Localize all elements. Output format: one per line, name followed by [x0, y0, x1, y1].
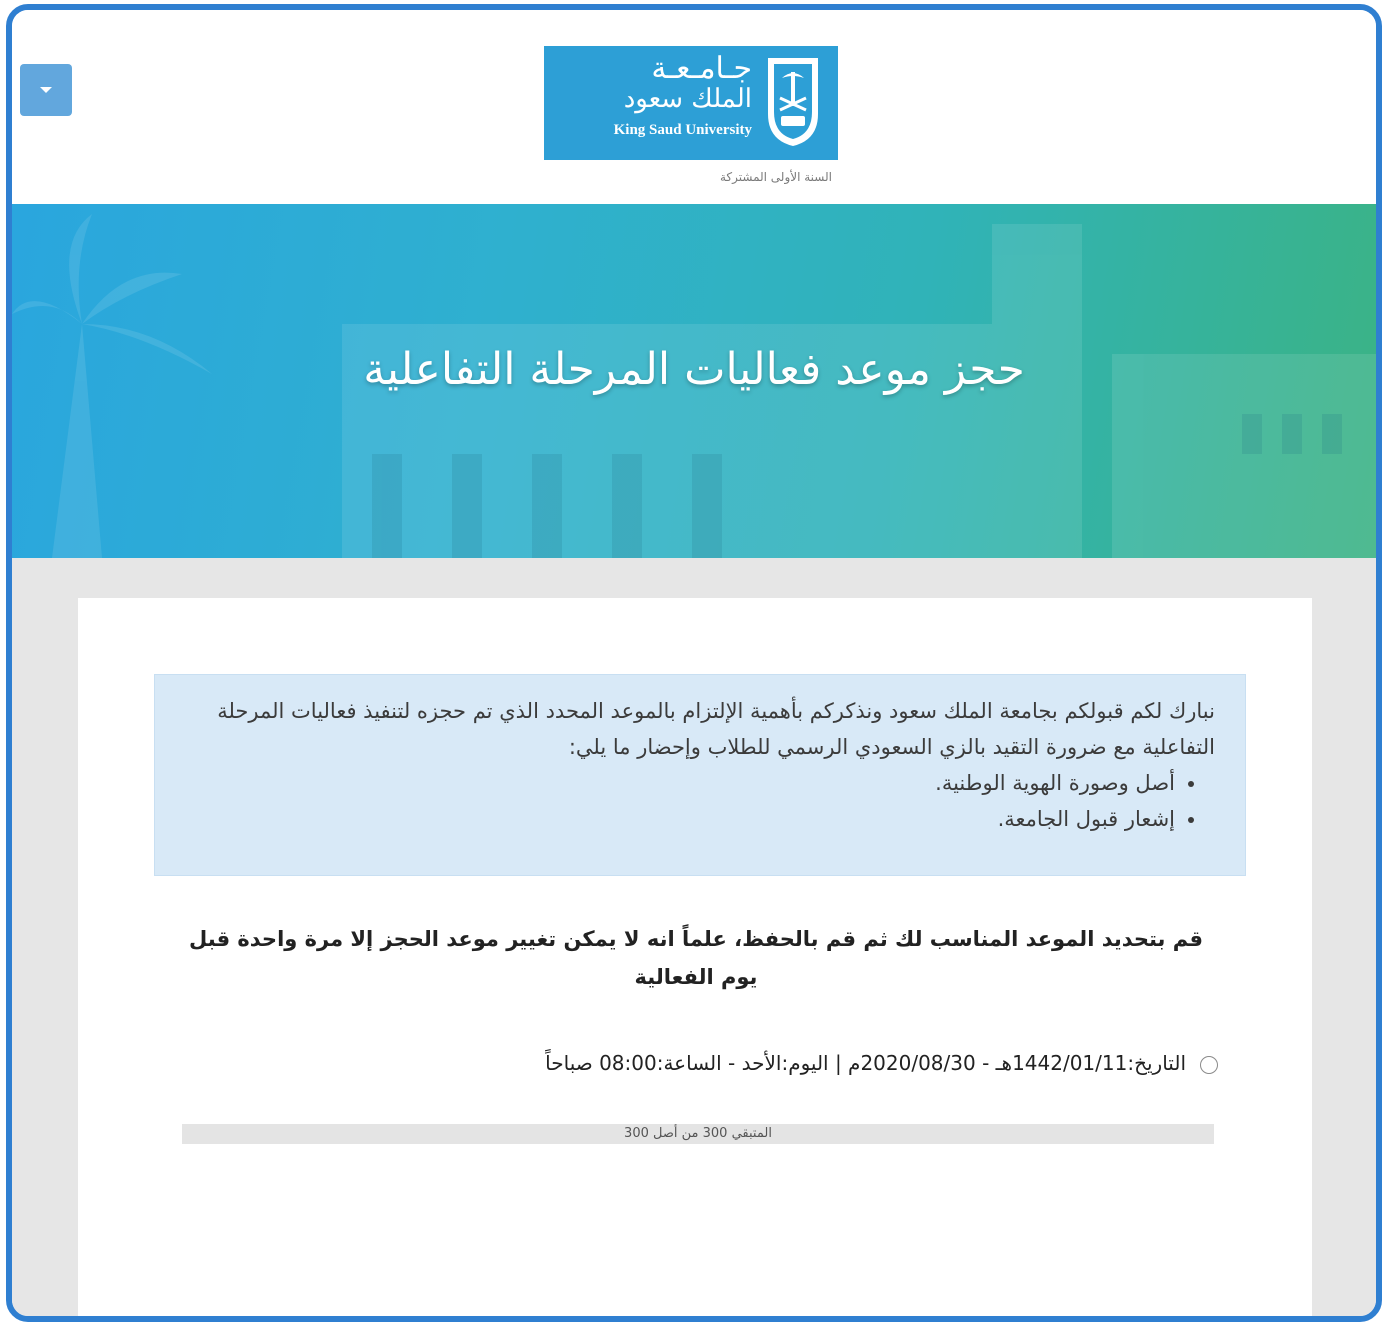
appointment-radio[interactable]	[1200, 1055, 1218, 1074]
content-background: نبارك لكم قبولكم بجامعة الملك سعود ونذكر…	[12, 558, 1376, 1316]
logo-arabic-line2: الملك سعود	[623, 84, 752, 114]
required-documents-list: أصل وصورة الهوية الوطنية. إشعار قبول الج…	[185, 765, 1215, 837]
university-logo[interactable]: جـامـعـة الملك سعود King Saud University	[544, 46, 838, 160]
appointment-label: التاريخ:1442/01/11هـ - 2020/08/30م | الي…	[545, 1051, 1186, 1075]
logo-arabic-line1: جـامـعـة	[651, 51, 752, 86]
page-title: حجز موعد فعاليات المرحلة التفاعلية	[363, 344, 1025, 395]
booking-instruction: قم بتحديد الموعد المناسب لك ثم قم بالحفظ…	[189, 927, 1203, 989]
shield-emblem-icon	[768, 58, 818, 146]
availability-text: المتبقي 300 من أصل 300	[624, 1126, 772, 1141]
hero-banner: حجز موعد فعاليات المرحلة التفاعلية	[12, 204, 1376, 558]
chevron-down-icon	[40, 87, 52, 93]
availability-bar: المتبقي 300 من أصل 300	[182, 1124, 1214, 1144]
window-frame: جـامـعـة الملك سعود King Saud University…	[6, 4, 1382, 1322]
booking-card: نبارك لكم قبولكم بجامعة الملك سعود ونذكر…	[78, 598, 1312, 1316]
menu-dropdown-button[interactable]	[20, 64, 72, 116]
logo-english-name: King Saud University	[613, 122, 752, 138]
list-item: إشعار قبول الجامعة.	[185, 801, 1175, 837]
notice-text: نبارك لكم قبولكم بجامعة الملك سعود ونذكر…	[217, 699, 1215, 759]
appointment-option[interactable]: التاريخ:1442/01/11هـ - 2020/08/30م | الي…	[188, 1046, 1218, 1080]
header-subtitle: السنة الأولى المشتركة	[719, 170, 832, 184]
info-notice: نبارك لكم قبولكم بجامعة الملك سعود ونذكر…	[154, 674, 1246, 876]
list-item: أصل وصورة الهوية الوطنية.	[185, 765, 1175, 801]
site-header: جـامـعـة الملك سعود King Saud University…	[12, 10, 1376, 204]
